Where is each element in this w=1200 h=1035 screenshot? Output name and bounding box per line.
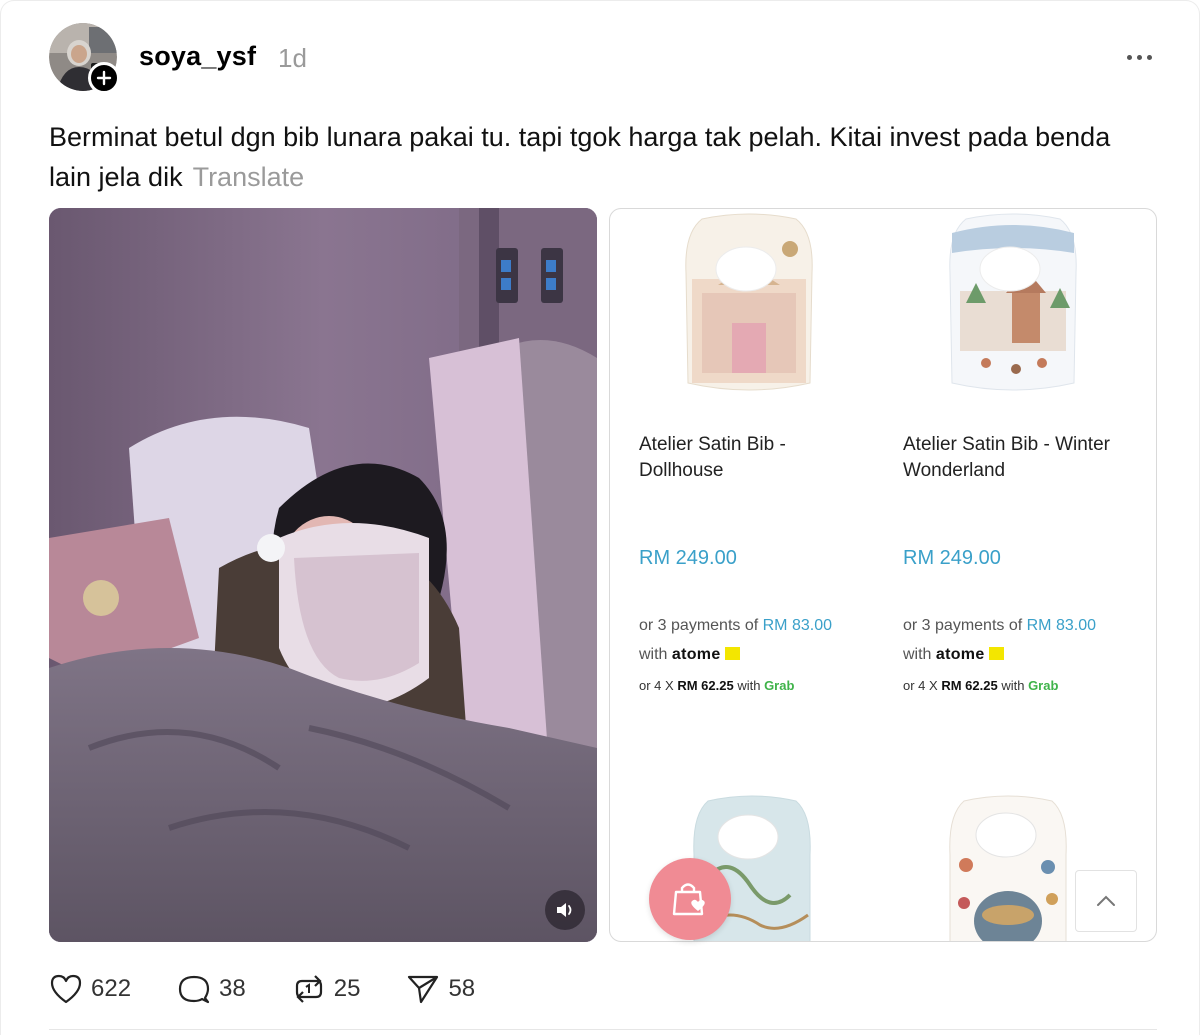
repost-button[interactable]: 25 [292,973,361,1005]
scroll-top-button[interactable] [1075,870,1137,932]
atome-logo: atome [671,646,721,663]
product-name-dollhouse[interactable]: Atelier Satin Bib - Dollhouse [639,432,869,484]
reply-count: 38 [219,975,246,1002]
product-price-dollhouse: RM 249.00 [639,547,737,569]
product-image-fourth [949,795,1067,941]
atome-mark-icon [724,647,740,661]
grab-info-winter-wonderland: or 4 X RM 62.25 with Grab [903,678,1059,693]
post-actions: 622 38 25 58 [49,969,521,1009]
product-name-winter-wonderland[interactable]: Atelier Satin Bib - Winter Wonderland [903,432,1133,484]
post-card: soya_ysf 1d Berminat betul dgn bib lunar… [0,0,1200,1035]
installment-info-winter-wonderland: or 3 payments of RM 83.00 with atome [903,617,1096,663]
reply-button[interactable]: 38 [177,973,246,1005]
sound-toggle-button[interactable] [545,890,585,930]
post-time: 1d [278,43,307,73]
speaker-icon [557,903,572,917]
more-options-button[interactable] [1119,47,1159,67]
installment-info-dollhouse: or 3 payments of RM 83.00 with atome [639,617,832,663]
speech-bubble-icon [178,975,210,1004]
share-count: 58 [448,975,476,1002]
product-image-dollhouse [685,213,813,391]
shop-bag-button[interactable] [649,858,731,940]
chevron-up-icon [1097,895,1115,906]
grab-logo: Grab [764,678,795,693]
follow-button[interactable] [88,62,120,94]
atome-mark-icon [988,647,1004,661]
send-icon [408,975,439,1004]
ellipsis-icon [1126,54,1132,60]
divider [49,1029,1157,1030]
post-photo[interactable] [49,208,597,942]
grab-logo: Grab [1028,678,1059,693]
post-caption: Berminat betul dgn bib lunara pakai tu. … [49,117,1139,197]
shopping-bag-heart-icon [672,883,705,916]
grab-info-dollhouse: or 4 X RM 62.25 with Grab [639,678,795,693]
plus-icon [96,70,112,86]
product-image-winter-wonderland [949,213,1077,391]
baby-photo-image [49,208,597,942]
repost-icon [295,975,322,1003]
atome-logo: atome [935,646,985,663]
shop-screenshot[interactable]: Atelier Satin Bib - Dollhouse Atelier Sa… [609,208,1157,942]
heart-icon [50,974,82,1004]
translate-link[interactable]: Translate [193,162,305,192]
share-button[interactable]: 58 [406,973,475,1005]
product-price-winter-wonderland: RM 249.00 [903,547,1001,569]
repost-count: 25 [333,975,361,1002]
username[interactable]: soya_ysf [139,41,256,72]
like-button[interactable]: 622 [49,973,131,1005]
like-count: 622 [91,975,132,1002]
